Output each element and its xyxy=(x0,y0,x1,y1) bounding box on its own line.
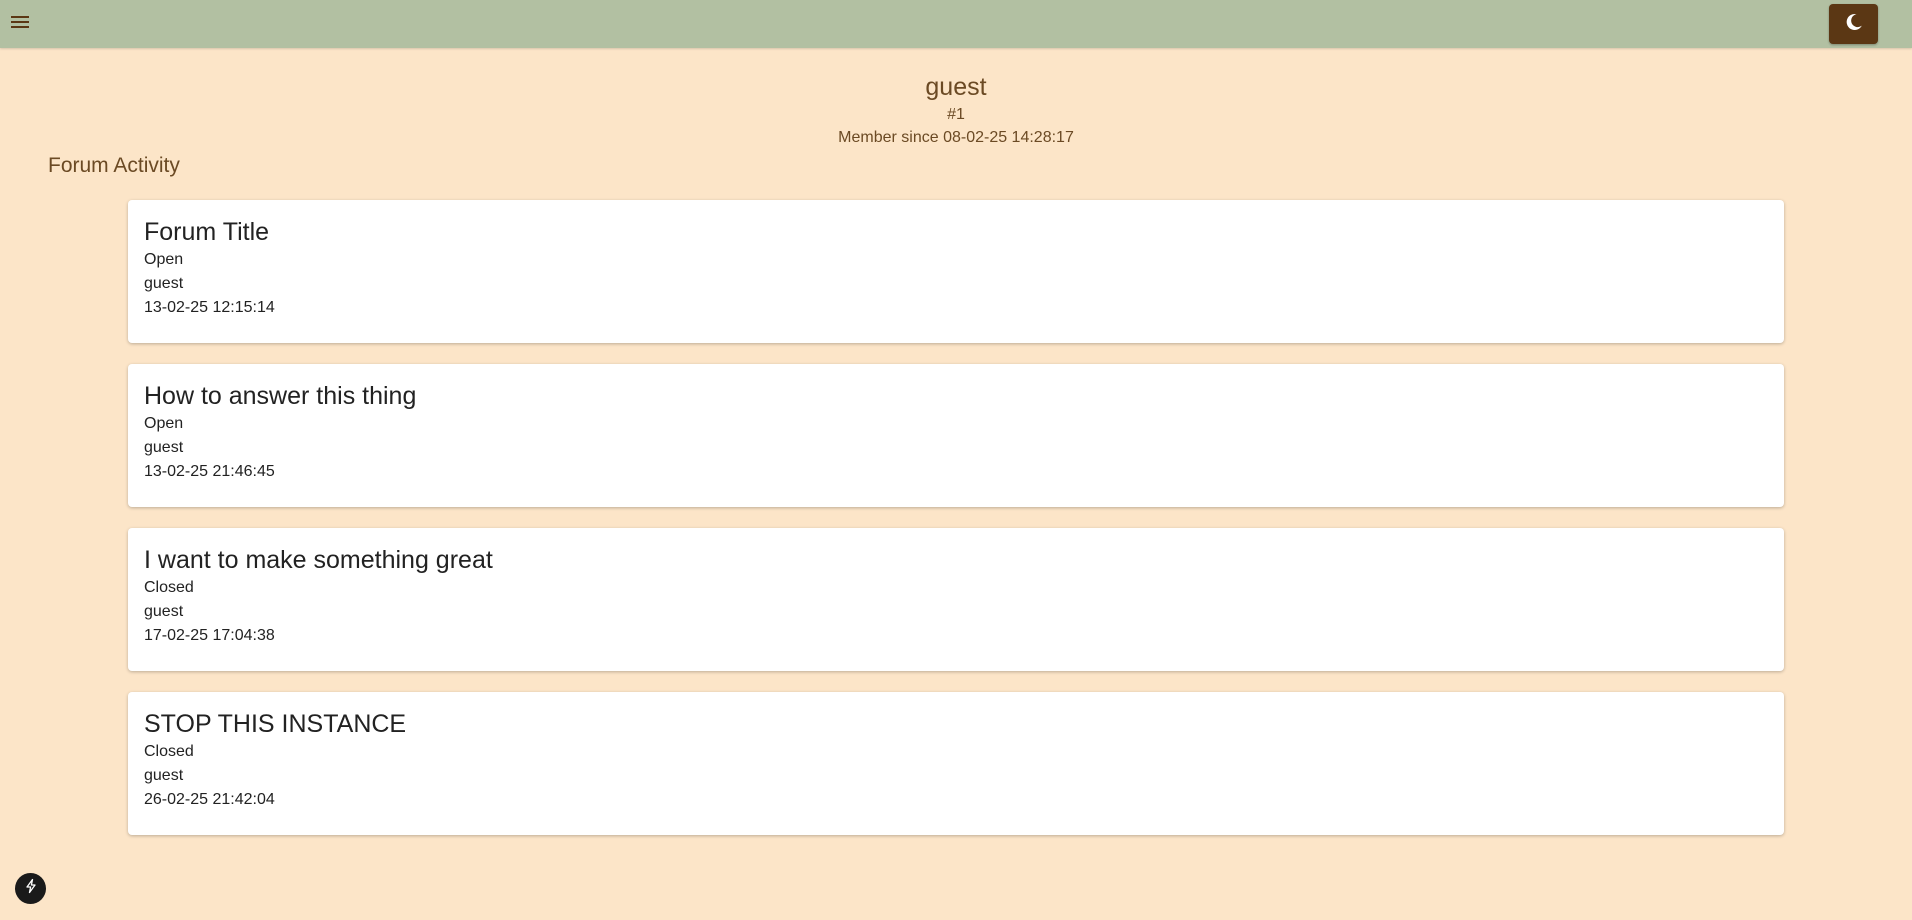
lightning-bolt-icon xyxy=(23,878,39,899)
post-author: guest xyxy=(144,603,184,620)
post-title: Forum Title xyxy=(144,218,270,246)
moon-icon xyxy=(1844,12,1864,37)
forum-post-card[interactable]: STOP THIS INSTANCE Closed guest 26-02-25… xyxy=(128,692,1784,835)
post-timestamp: 26-02-25 21:42:04 xyxy=(144,791,275,808)
post-status: Open xyxy=(144,415,184,432)
post-status: Open xyxy=(144,251,184,268)
post-title: How to answer this thing xyxy=(144,382,417,410)
forum-post-card[interactable]: Forum Title Open guest 13-02-25 12:15:14 xyxy=(128,200,1784,343)
post-author: guest xyxy=(144,439,184,456)
post-author: guest xyxy=(144,275,184,292)
profile-member-since: Member since 08-02-25 14:28:17 xyxy=(838,129,1074,146)
profile-header: guest #1 Member since 08-02-25 14:28:17 xyxy=(0,70,1912,150)
forum-post-card[interactable]: How to answer this thing Open guest 13-0… xyxy=(128,364,1784,507)
post-title: I want to make something great xyxy=(144,546,493,574)
post-title: STOP THIS INSTANCE xyxy=(144,710,407,738)
hamburger-menu-icon xyxy=(10,14,30,35)
post-author: guest xyxy=(144,767,184,784)
top-app-bar xyxy=(0,0,1912,48)
profile-user-id: #1 xyxy=(947,106,965,123)
post-status: Closed xyxy=(144,743,194,760)
profile-username: guest xyxy=(925,73,987,101)
forum-activity-heading: Forum Activity xyxy=(48,154,180,177)
post-timestamp: 13-02-25 12:15:14 xyxy=(144,299,275,316)
menu-button[interactable] xyxy=(6,10,34,38)
forum-activity-list: Forum Title Open guest 13-02-25 12:15:14… xyxy=(128,200,1784,856)
dev-tools-button[interactable] xyxy=(15,873,46,904)
dark-mode-toggle-button[interactable] xyxy=(1829,4,1878,44)
post-status: Closed xyxy=(144,579,194,596)
forum-post-card[interactable]: I want to make something great Closed gu… xyxy=(128,528,1784,671)
post-timestamp: 17-02-25 17:04:38 xyxy=(144,627,275,644)
post-timestamp: 13-02-25 21:46:45 xyxy=(144,463,275,480)
